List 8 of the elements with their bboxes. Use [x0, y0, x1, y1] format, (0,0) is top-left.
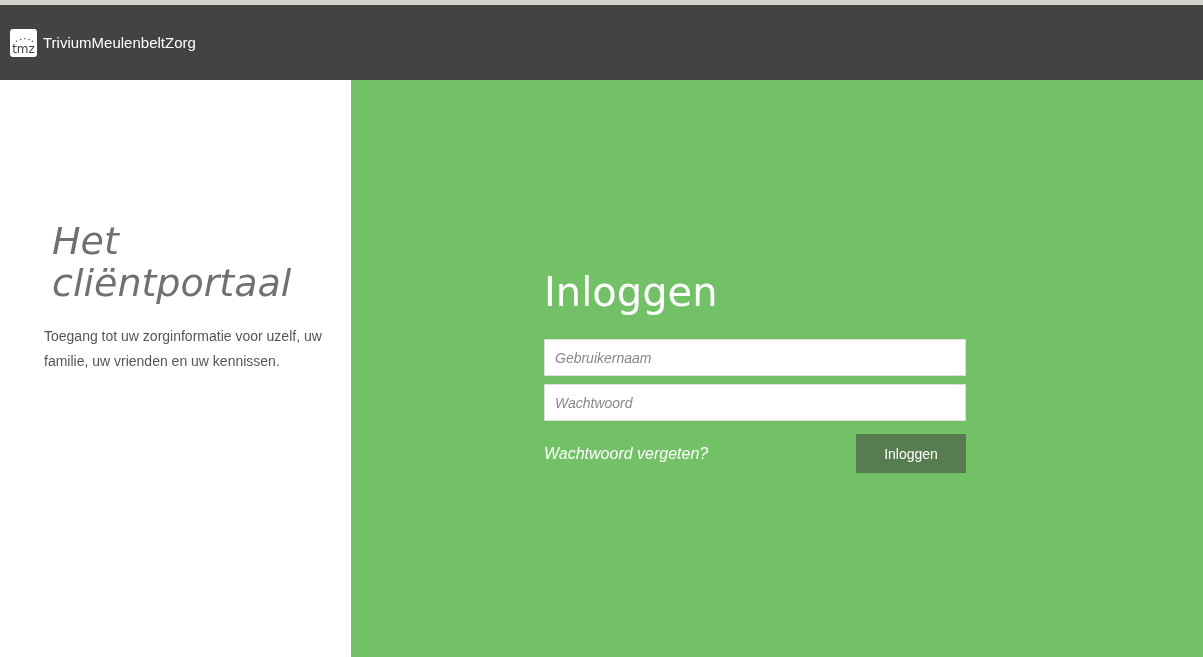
login-title: Inloggen [544, 268, 719, 317]
brand-name: TriviumMeulenbeltZorg [43, 34, 196, 51]
password-field[interactable]: Wachtwoord [544, 384, 966, 421]
portal-title: Het cliëntportaal [52, 220, 293, 304]
username-field[interactable]: Gebruikernaam [544, 339, 966, 376]
login-button[interactable]: Inloggen [856, 434, 966, 473]
logo-icon: tmz [10, 28, 37, 57]
intro-text: Toegang tot uw zorginformatie voor uzelf, uw familie, uw vrienden en uw kennissen. [44, 327, 323, 371]
